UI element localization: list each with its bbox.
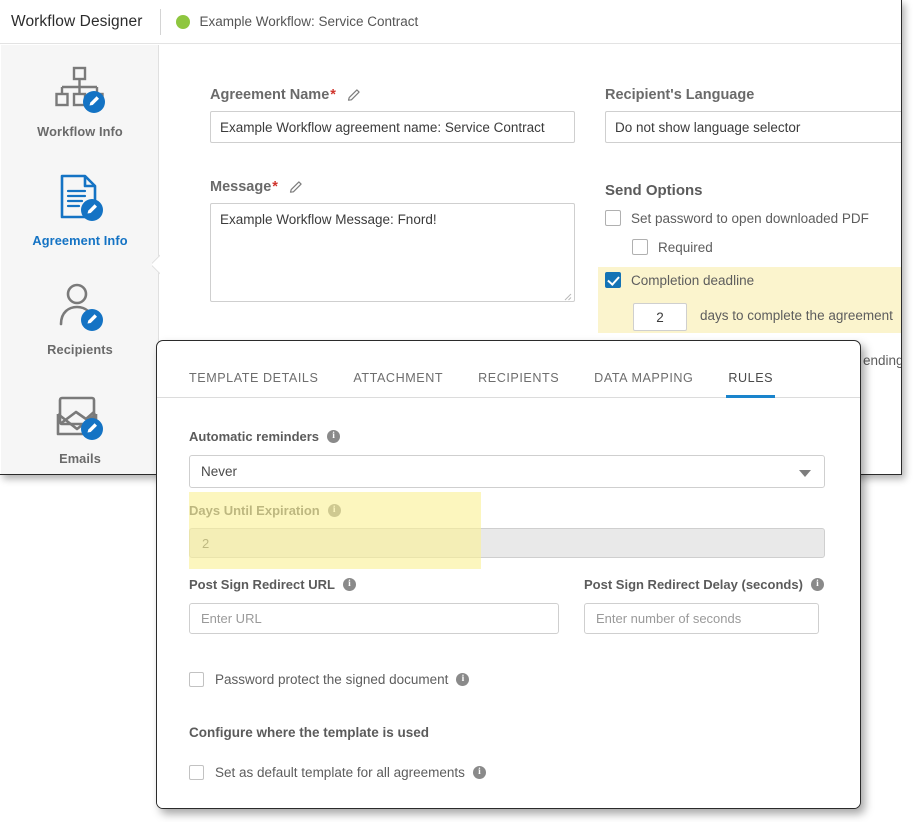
completion-deadline-checkbox[interactable]	[605, 272, 621, 288]
recipients-language-label-text: Recipient's Language	[605, 87, 755, 103]
required-checkbox[interactable]	[632, 239, 648, 255]
message-label: Message *	[210, 179, 304, 195]
post-sign-redirect-delay-label: Post Sign Redirect Delay (seconds) i	[584, 577, 824, 592]
info-icon[interactable]: i	[810, 578, 824, 591]
modal-tabbar: TEMPLATE DETAILS ATTACHMENT RECIPIENTS D…	[157, 341, 860, 398]
required-checkbox-row[interactable]: Required	[632, 239, 713, 255]
window-titlebar: Workflow Designer Example Workflow: Serv…	[0, 0, 901, 44]
screenshot-root: Workflow Designer Example Workflow: Serv…	[0, 0, 914, 822]
page-title: Workflow Designer	[11, 12, 143, 30]
set-default-template-checkbox[interactable]	[189, 765, 204, 780]
info-icon[interactable]: i	[327, 430, 341, 443]
set-password-checkbox[interactable]	[605, 210, 621, 226]
password-protect-label: Password protect the signed document	[215, 672, 449, 687]
person-edit-icon	[52, 283, 108, 333]
sidebar-item-label: Emails	[59, 451, 101, 466]
automatic-reminders-label-text: Automatic reminders	[189, 429, 320, 444]
sidebar-nav: Workflow Info Agreement Info Recipients …	[1, 45, 159, 474]
sidebar-item-recipients[interactable]: Recipients	[1, 267, 159, 371]
days-until-expiration-value: 2	[202, 535, 210, 551]
edit-pencil-icon[interactable]	[346, 87, 362, 103]
sidebar-item-label: Agreement Info	[32, 233, 128, 248]
set-default-template-label: Set as default template for all agreemen…	[215, 765, 465, 780]
message-value: Example Workflow Message: Fnord!	[220, 212, 437, 227]
edit-pencil-icon[interactable]	[288, 179, 304, 195]
tab-rules[interactable]: RULES	[726, 371, 775, 398]
org-chart-edit-icon	[52, 65, 108, 115]
tab-template-details[interactable]: TEMPLATE DETAILS	[189, 371, 318, 397]
sidebar-item-workflow-info[interactable]: Workflow Info	[1, 49, 159, 153]
post-sign-redirect-url-placeholder: Enter URL	[201, 611, 262, 626]
message-textarea[interactable]: Example Workflow Message: Fnord!	[210, 203, 575, 302]
completion-days-input[interactable]: 2	[633, 303, 687, 331]
email-image-edit-icon	[52, 392, 108, 442]
sidebar-item-agreement-info[interactable]: Agreement Info	[1, 158, 159, 262]
sidebar-item-label: Workflow Info	[37, 124, 123, 139]
tab-attachment[interactable]: ATTACHMENT	[353, 371, 443, 397]
completion-days-suffix: days to complete the agreement	[700, 308, 893, 323]
resize-grip-icon[interactable]	[562, 289, 572, 301]
automatic-reminders-select[interactable]: Never	[189, 455, 825, 488]
document-edit-icon	[52, 174, 108, 224]
days-until-expiration-label: Days Until Expiration i	[189, 503, 341, 518]
set-password-checkbox-row[interactable]: Set password to open downloaded PDF	[605, 210, 869, 226]
tab-recipients[interactable]: RECIPIENTS	[478, 371, 559, 397]
required-label: Required	[658, 239, 713, 255]
configure-template-heading: Configure where the template is used	[189, 725, 430, 740]
completion-days-value: 2	[656, 309, 664, 325]
chevron-down-icon[interactable]	[799, 470, 811, 477]
completion-deadline-checkbox-row[interactable]: Completion deadline	[605, 272, 754, 288]
send-options-heading: Send Options	[605, 182, 703, 199]
recipients-language-label: Recipient's Language	[605, 87, 754, 103]
set-password-label: Set password to open downloaded PDF	[631, 210, 869, 226]
agreement-name-input[interactable]: Example Workflow agreement name: Service…	[210, 111, 575, 143]
required-asterisk: *	[330, 87, 336, 103]
rules-tab-panel: Automatic reminders i Never Days Until E…	[157, 398, 860, 808]
password-protect-checkbox-row[interactable]: Password protect the signed document i	[189, 672, 470, 687]
info-icon[interactable]: i	[342, 578, 356, 591]
agreement-name-label: Agreement Name *	[210, 87, 362, 103]
clipped-pending-text: ending	[863, 353, 902, 368]
recipients-language-select[interactable]: Do not show language selector	[605, 111, 901, 143]
automatic-reminders-label: Automatic reminders i	[189, 429, 341, 444]
completion-deadline-label: Completion deadline	[631, 272, 755, 288]
title-divider	[160, 8, 162, 35]
set-default-template-checkbox-row[interactable]: Set as default template for all agreemen…	[189, 765, 486, 780]
days-until-expiration-label-text: Days Until Expiration	[189, 503, 320, 518]
required-asterisk: *	[272, 179, 278, 195]
automatic-reminders-value: Never	[201, 464, 238, 479]
password-protect-checkbox[interactable]	[189, 672, 204, 687]
info-icon[interactable]: i	[456, 673, 470, 686]
template-rules-modal: TEMPLATE DETAILS ATTACHMENT RECIPIENTS D…	[156, 340, 861, 809]
agreement-name-label-text: Agreement Name	[210, 87, 330, 103]
recipients-language-value: Do not show language selector	[615, 119, 801, 135]
sidebar-item-emails[interactable]: Emails	[1, 376, 159, 474]
post-sign-redirect-url-input[interactable]: Enter URL	[189, 603, 559, 634]
post-sign-redirect-url-label: Post Sign Redirect URL i	[189, 577, 356, 592]
info-icon[interactable]: i	[327, 504, 341, 517]
post-sign-redirect-delay-label-text: Post Sign Redirect Delay (seconds)	[584, 577, 803, 592]
post-sign-redirect-delay-input[interactable]: Enter number of seconds	[584, 603, 819, 634]
message-label-text: Message	[210, 179, 272, 195]
post-sign-redirect-url-label-text: Post Sign Redirect URL	[189, 577, 335, 592]
info-icon[interactable]: i	[472, 766, 486, 779]
workflow-name-label: Example Workflow: Service Contract	[199, 14, 419, 29]
agreement-name-value: Example Workflow agreement name: Service…	[220, 119, 545, 135]
days-until-expiration-input: 2	[189, 528, 825, 558]
tab-data-mapping[interactable]: DATA MAPPING	[594, 371, 693, 397]
sidebar-item-label: Recipients	[47, 342, 113, 357]
workflow-status-dot	[176, 14, 191, 29]
post-sign-redirect-delay-placeholder: Enter number of seconds	[596, 611, 742, 626]
